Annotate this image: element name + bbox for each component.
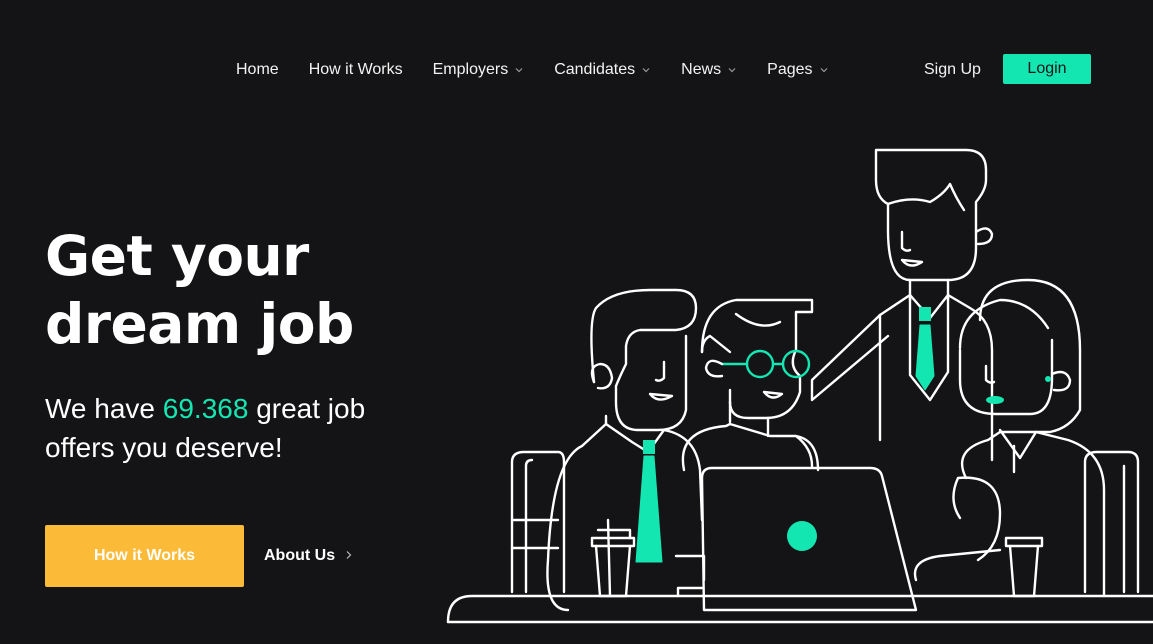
standing-man-head [874,148,988,282]
woman-body [960,430,1106,598]
tie-person-body [546,422,704,612]
nav-item-label: News [681,60,722,78]
nav-item-employers[interactable]: Employers [433,61,525,79]
nav-item-how-it-works[interactable]: How it Works [309,61,403,79]
nav-item-home[interactable]: Home [236,61,279,79]
glasses-person-head [700,298,814,420]
left-chair [510,450,566,594]
nav-item-label: How it Works [308,60,403,78]
glasses-left [745,349,775,379]
job-count: 69.368 [162,393,249,424]
nav-item-label: Pages [767,60,813,78]
right-coffee-cup [1004,536,1044,548]
nav-item-label: Home [236,60,279,78]
tie-person-head [590,288,698,432]
team-working-at-laptop-illustration [446,148,1153,624]
hero-subtitle-line-2: offers you deserve! [45,432,283,463]
nav-item-label: Candidates [554,60,636,78]
tie-person-tie [643,440,655,454]
hero-subtitle: We have 69.368 great job offers you dese… [45,389,465,467]
laptop-logo [787,521,817,551]
subtitle-suffix: great job [248,393,366,424]
chevron-down-icon [641,65,651,75]
hero-title-line-2: dream job [45,292,354,356]
nav-item-label: Employers [432,60,509,78]
subtitle-prefix: We have [45,393,163,424]
left-coffee-cup [590,536,636,548]
hero-title-line-1: Get your [45,224,309,288]
chevron-down-icon [514,65,524,75]
about-us-link[interactable]: About Us [264,545,353,567]
woman-hair [978,278,1082,434]
hero-subtitle-line-1: We have 69.368 great job [45,389,465,428]
right-chair [1083,450,1140,594]
chevron-down-icon [819,65,829,75]
main-menu: Home How it Works Employers Candidates N… [236,54,859,85]
login-button[interactable]: Login [1003,54,1091,84]
top-navigation: Home How it Works Employers Candidates N… [0,54,1153,85]
chevron-down-icon [727,65,737,75]
chevron-right-icon [345,549,353,563]
standing-man-tie [919,307,931,321]
standing-man-body [878,293,994,462]
glasses-person-body [681,422,820,472]
how-it-works-button[interactable]: How it Works [45,525,244,587]
nav-item-candidates[interactable]: Candidates [554,61,651,79]
about-us-label: About Us [264,547,336,564]
standing-man-ear [974,227,994,246]
nav-item-pages[interactable]: Pages [767,61,828,79]
nav-item-news[interactable]: News [681,61,737,79]
woman-face [958,338,1054,416]
hero-title: Get your dream job [45,222,465,358]
sign-up-link[interactable]: Sign Up [924,54,981,85]
